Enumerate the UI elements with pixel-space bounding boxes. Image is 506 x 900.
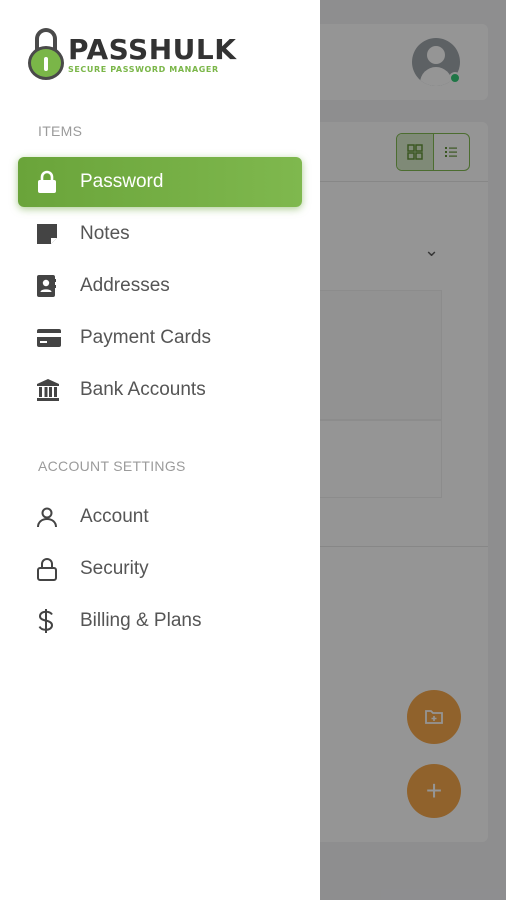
sidebar-item-addresses[interactable]: Addresses [18, 261, 302, 311]
bank-icon [18, 378, 80, 402]
sidebar-item-password[interactable]: Password [18, 157, 302, 207]
items-section-label: ITEMS [38, 123, 83, 139]
user-icon [18, 506, 80, 528]
dollar-icon [18, 608, 80, 634]
logo-title: PASSHULK [68, 33, 237, 66]
app-logo: PASSHULK SECURE PASSWORD MANAGER [26, 28, 236, 82]
address-book-icon [18, 274, 80, 298]
sidebar-item-billing-plans[interactable]: Billing & Plans [18, 596, 302, 646]
sidebar-item-label: Bank Accounts [80, 379, 206, 400]
note-icon [18, 223, 80, 245]
sidebar-item-label: Account [80, 506, 149, 527]
padlock-logo-icon [26, 28, 66, 82]
navigation-drawer: PASSHULK SECURE PASSWORD MANAGER ITEMS P… [0, 0, 320, 900]
logo-subtitle: SECURE PASSWORD MANAGER [68, 65, 219, 74]
lock-outline-icon [18, 557, 80, 581]
sidebar-item-label: Billing & Plans [80, 610, 202, 631]
sidebar-item-account[interactable]: Account [18, 492, 302, 542]
sidebar-item-label: Notes [80, 223, 130, 244]
sidebar-item-security[interactable]: Security [18, 544, 302, 594]
sidebar-item-label: Payment Cards [80, 327, 211, 348]
sidebar-item-label: Password [80, 171, 164, 192]
sidebar-item-payment-cards[interactable]: Payment Cards [18, 313, 302, 363]
lock-icon [18, 170, 80, 194]
sidebar-item-label: Security [80, 558, 149, 579]
sidebar-item-notes[interactable]: Notes [18, 209, 302, 259]
credit-card-icon [18, 328, 80, 348]
sidebar-item-label: Addresses [80, 275, 170, 296]
sidebar-item-bank-accounts[interactable]: Bank Accounts [18, 365, 302, 415]
account-settings-section-label: ACCOUNT SETTINGS [38, 458, 186, 474]
